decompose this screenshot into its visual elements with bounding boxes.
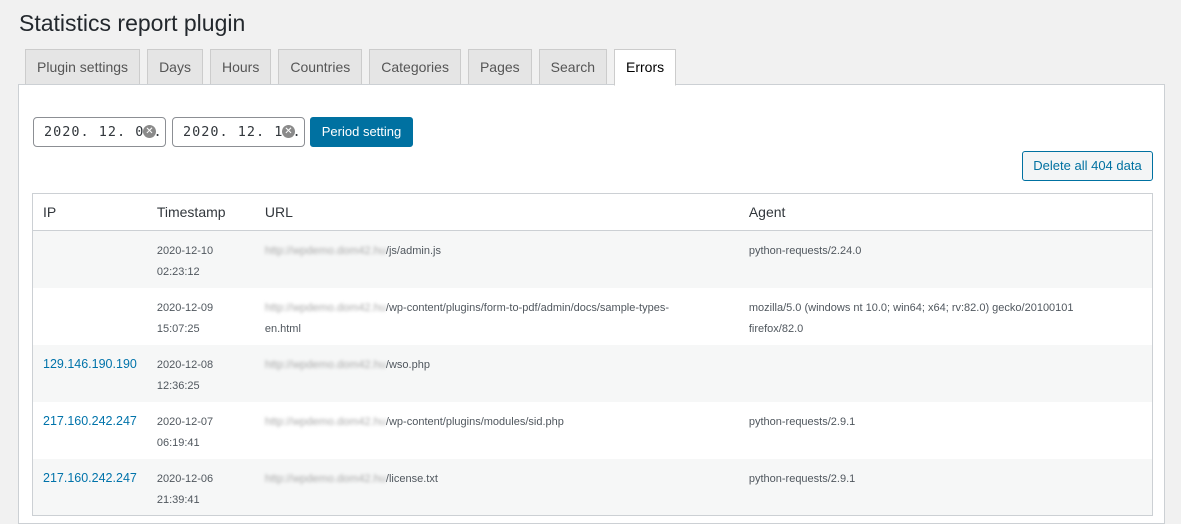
ip-cell (32, 287, 147, 345)
delete-all-404-button[interactable]: Delete all 404 data (1022, 151, 1153, 181)
end-date-input[interactable]: 2020. 12. 11. ✕ (172, 117, 305, 147)
agent-cell (738, 344, 1153, 402)
agent-text: mozilla/5.0 (windows nt 10.0; win64; x64… (748, 301, 1074, 314)
url-host-redacted: http://wpdemo.dom42.hu (264, 415, 386, 428)
url-cell: http://wpdemo.dom42.hu/js/admin.js (254, 230, 739, 288)
timestamp-cell: 2020-12-09 15:07:25 (146, 287, 255, 345)
period-setting-button[interactable]: Period setting (310, 117, 413, 147)
agent-cell: python-requests/2.9.1 (738, 401, 1153, 459)
tab-search[interactable]: Search (538, 49, 608, 85)
timestamp-date: 2020-12-07 (156, 415, 214, 428)
url-path: /wp-content/plugins/form-to-pdf/admin/do… (385, 301, 669, 314)
url-path: /license.txt (385, 472, 438, 485)
url-cell: http://wpdemo.dom42.hu/wso.php (254, 344, 739, 402)
timestamp-time: 12:36:25 (156, 379, 200, 392)
column-header-url: URL (254, 193, 739, 231)
url-host-redacted: http://wpdemo.dom42.hu (264, 358, 386, 371)
ip-link[interactable]: 217.160.242.247 (43, 414, 137, 428)
tab-days[interactable]: Days (147, 49, 203, 85)
timestamp-time: 02:23:12 (156, 266, 200, 278)
agent-text-continued: firefox/82.0 (748, 322, 804, 335)
tab-errors[interactable]: Errors (614, 49, 677, 86)
url-host-redacted: http://wpdemo.dom42.hu (264, 472, 386, 485)
url-path: /wso.php (385, 358, 430, 371)
agent-cell: python-requests/2.24.0 (738, 230, 1153, 288)
timestamp-time: 21:39:41 (156, 493, 200, 506)
tab-plugin-settings[interactable]: Plugin settings (25, 49, 141, 85)
start-date-input[interactable]: 2020. 12. 04. ✕ (33, 117, 166, 147)
timestamp-cell: 2020-12-07 06:19:41 (146, 401, 255, 459)
tab-pages[interactable]: Pages (467, 49, 532, 85)
timestamp-time: 15:07:25 (156, 322, 200, 335)
ip-cell (32, 230, 147, 288)
table-row: 129.146.190.190 2020-12-08 12:36:25 http:… (32, 344, 1153, 402)
timestamp-time: 06:19:41 (156, 436, 200, 449)
timestamp-date: 2020-12-06 (156, 472, 214, 485)
timestamp-cell: 2020-12-08 12:36:25 (146, 344, 255, 402)
timestamp-cell: 2020-12-06 21:39:41 (146, 458, 255, 516)
url-cell: http://wpdemo.dom42.hu/wp-content/plugin… (254, 287, 739, 345)
url-path-continued: en.html (264, 322, 301, 335)
ip-cell: 217.160.242.247 (32, 401, 147, 459)
table-row: 217.160.242.247 2020-12-07 06:19:41 http:… (32, 401, 1153, 459)
table-row: 2020-12-09 15:07:25 http://wpdemo.dom42.h… (32, 287, 1153, 345)
column-header-ip: IP (32, 193, 147, 231)
errors-table: IP Timestamp URL Agent 2020-12-10 02:23:1… (32, 193, 1153, 516)
ip-cell: 129.146.190.190 (32, 344, 147, 402)
agent-text: python-requests/2.9.1 (748, 415, 856, 428)
agent-text: python-requests/2.9.1 (748, 472, 856, 485)
tab-countries[interactable]: Countries (278, 49, 363, 85)
column-header-timestamp: Timestamp (146, 193, 255, 231)
ip-link[interactable]: 129.146.190.190 (43, 357, 137, 371)
agent-text: python-requests/2.24.0 (748, 245, 862, 257)
url-host-redacted: http://wpdemo.dom42.hu (264, 245, 386, 257)
table-header-row: IP Timestamp URL Agent (32, 193, 1153, 231)
timestamp-date: 2020-12-09 (156, 301, 214, 314)
clear-icon[interactable]: ✕ (282, 125, 295, 138)
tab-bar: Plugin settings Days Hours Countries Cat… (25, 49, 683, 86)
column-header-agent: Agent (738, 193, 1153, 231)
ip-link[interactable]: 217.160.242.247 (43, 471, 137, 485)
table-row: 2020-12-10 02:23:12 http://wpdemo.dom42.h… (32, 230, 1153, 288)
ip-cell: 217.160.242.247 (32, 458, 147, 516)
tab-categories[interactable]: Categories (369, 49, 461, 85)
url-cell: http://wpdemo.dom42.hu/wp-content/plugin… (254, 401, 739, 459)
url-path: /js/admin.js (385, 245, 441, 257)
url-cell: http://wpdemo.dom42.hu/license.txt (254, 458, 739, 516)
url-host-redacted: http://wpdemo.dom42.hu (264, 301, 386, 314)
timestamp-date: 2020-12-08 (156, 358, 214, 371)
page-title: Statistics report plugin (19, 10, 246, 36)
timestamp-date: 2020-12-10 (156, 245, 214, 257)
clear-icon[interactable]: ✕ (143, 125, 156, 138)
agent-cell: python-requests/2.9.1 (738, 458, 1153, 516)
url-path: /wp-content/plugins/modules/sid.php (385, 415, 564, 428)
timestamp-cell: 2020-12-10 02:23:12 (146, 230, 255, 288)
agent-cell: mozilla/5.0 (windows nt 10.0; win64; x64… (738, 287, 1153, 345)
tab-hours[interactable]: Hours (209, 49, 272, 85)
table-row: 217.160.242.247 2020-12-06 21:39:41 http:… (32, 458, 1153, 516)
